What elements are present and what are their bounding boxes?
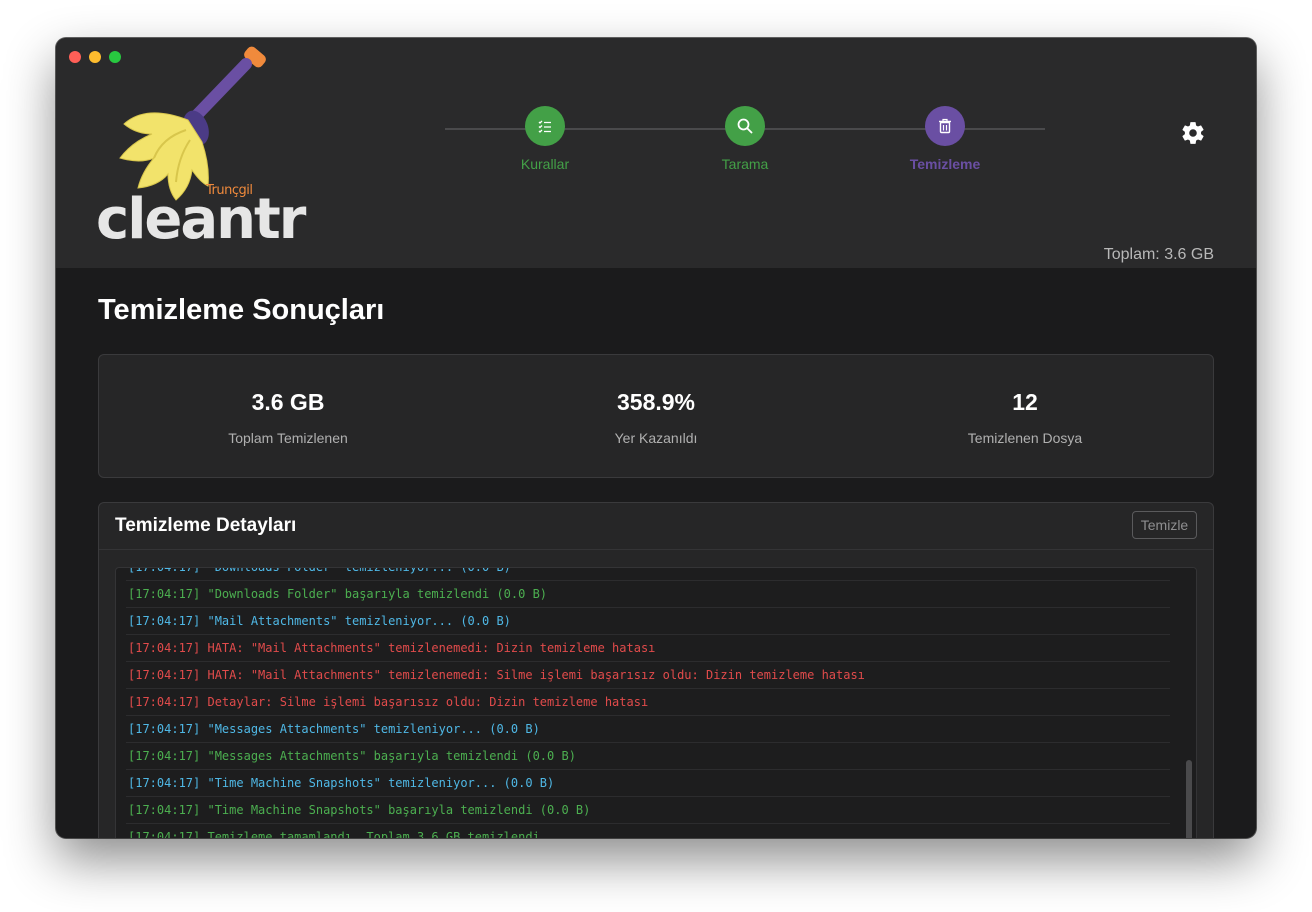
minimize-window-button[interactable] <box>89 51 101 63</box>
stat-files-cleaned: 12 Temizlenen Dosya <box>875 389 1175 446</box>
stat-label: Temizlenen Dosya <box>967 430 1083 446</box>
logo-brand: cleantr <box>96 187 307 242</box>
log-scrollbar[interactable] <box>1182 568 1196 838</box>
trash-icon <box>925 106 965 146</box>
step-tarama[interactable]: Tarama <box>675 106 815 172</box>
log-panel[interactable]: [17:04:17] "Downloads Folder" temizleniy… <box>115 567 1197 838</box>
step-label: Temizleme <box>909 156 981 172</box>
stat-label: Toplam Temizlenen <box>228 430 348 446</box>
gear-icon[interactable] <box>1180 120 1206 146</box>
page-title: Temizleme Sonuçları <box>98 294 385 326</box>
log-line: [17:04:17] Detaylar: Silme işlemi başarı… <box>126 689 1170 716</box>
stats-card: 3.6 GB Toplam Temizlenen 358.9% Yer Kaza… <box>98 354 1214 478</box>
log-line: [17:04:17] HATA: "Mail Attachments" temi… <box>126 635 1170 662</box>
close-window-button[interactable] <box>69 51 81 63</box>
traffic-lights <box>69 51 121 63</box>
stat-value: 358.9% <box>616 389 695 415</box>
search-icon <box>725 106 765 146</box>
details-card: Temizleme Detayları Temizle [17:04:17] "… <box>98 502 1214 838</box>
step-label: Kurallar <box>520 156 570 172</box>
details-header: Temizleme Detayları Temizle <box>99 503 1213 550</box>
log-line: [17:04:17] "Downloads Folder" temizleniy… <box>126 568 1170 581</box>
clear-log-button[interactable]: Temizle <box>1132 511 1197 539</box>
stat-value: 12 <box>1012 389 1038 415</box>
details-title: Temizleme Detayları <box>115 515 297 536</box>
log-line: [17:04:17] "Downloads Folder" başarıyla … <box>126 581 1170 608</box>
stat-label: Yer Kazanıldı <box>614 430 698 446</box>
log-list: [17:04:17] "Downloads Folder" temizleniy… <box>116 568 1180 838</box>
cleantr-logo: Trunçgil cleantr <box>96 46 309 242</box>
total-size: Toplam: 3.6 GB <box>1103 246 1214 263</box>
stat-total-cleaned: 3.6 GB Toplam Temizlenen <box>138 389 438 446</box>
log-line: [17:04:17] "Messages Attachments" başarı… <box>126 743 1170 770</box>
step-label: Tarama <box>721 156 769 172</box>
step-kurallar[interactable]: Kurallar <box>475 106 615 172</box>
zoom-window-button[interactable] <box>109 51 121 63</box>
app-window: Trunçgil cleantr Kurallar Tarama Temizleme… <box>56 38 1256 838</box>
checklist-icon <box>525 106 565 146</box>
stat-value: 3.6 GB <box>251 389 325 415</box>
log-line: [17:04:17] "Time Machine Snapshots" temi… <box>126 770 1170 797</box>
log-line: [17:04:17] "Messages Attachments" temizl… <box>126 716 1170 743</box>
log-line: [17:04:17] "Time Machine Snapshots" başa… <box>126 797 1170 824</box>
header: Trunçgil cleantr Kurallar Tarama Temizleme… <box>56 38 1256 268</box>
log-line: [17:04:17] "Mail Attachments" temizleniy… <box>126 608 1170 635</box>
log-scrollbar-thumb[interactable] <box>1186 760 1192 838</box>
log-line: [17:04:17] Temizleme tamamlandı. Toplam … <box>126 824 1170 838</box>
stat-space-saved: 358.9% Yer Kazanıldı <box>506 389 806 446</box>
step-temizleme[interactable]: Temizleme <box>875 106 1015 172</box>
log-line: [17:04:17] HATA: "Mail Attachments" temi… <box>126 662 1170 689</box>
